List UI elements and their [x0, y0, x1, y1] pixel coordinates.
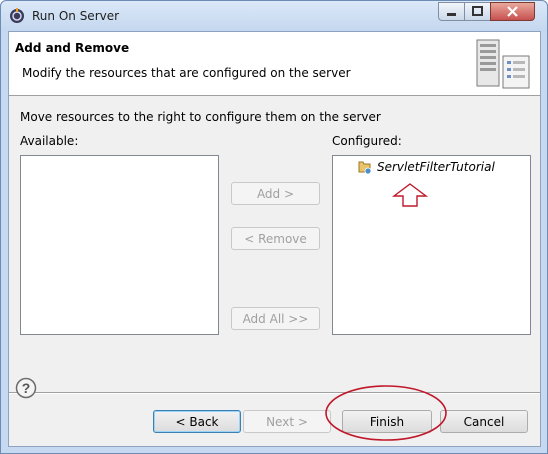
available-label: Available:	[20, 134, 79, 148]
minimize-button[interactable]	[438, 2, 465, 21]
svg-text:?: ?	[22, 380, 31, 396]
available-list[interactable]	[20, 155, 219, 335]
footer-separator	[9, 392, 540, 394]
maximize-button[interactable]	[464, 2, 491, 21]
instruction-text: Move resources to the right to configure…	[20, 110, 381, 124]
configured-item-label: ServletFilterTutorial	[377, 160, 495, 174]
project-icon	[358, 161, 372, 175]
dialog-window: Run On Server Add and Remove Modify the …	[0, 0, 548, 454]
banner-title: Add and Remove	[15, 41, 130, 55]
title-bar[interactable]: Run On Server	[1, 1, 547, 31]
wizard-banner: Add and Remove Modify the resources that…	[9, 32, 540, 96]
close-button[interactable]	[490, 2, 535, 21]
cancel-button[interactable]: Cancel	[440, 410, 528, 433]
finish-highlight-ellipse	[325, 385, 447, 441]
banner-description: Modify the resources that are configured…	[22, 66, 351, 80]
configured-label: Configured:	[332, 134, 402, 148]
dialog-body: Add and Remove Modify the resources that…	[8, 31, 541, 447]
window-title: Run On Server	[32, 9, 120, 23]
remove-button[interactable]: < Remove	[231, 227, 320, 250]
help-icon[interactable]: ?	[15, 377, 37, 399]
configured-list[interactable]: ServletFilterTutorial	[332, 155, 531, 335]
server-icon	[476, 39, 530, 89]
maximize-icon	[472, 6, 483, 16]
back-button[interactable]: < Back	[153, 410, 241, 433]
configured-item[interactable]: ServletFilterTutorial	[357, 159, 495, 175]
add-all-button[interactable]: Add All >>	[231, 307, 320, 330]
minimize-icon	[447, 13, 456, 16]
add-button[interactable]: Add >	[231, 182, 320, 205]
close-icon	[507, 6, 518, 17]
up-arrow-annotation	[391, 183, 429, 207]
app-icon	[10, 8, 24, 23]
next-button[interactable]: Next >	[243, 410, 331, 433]
